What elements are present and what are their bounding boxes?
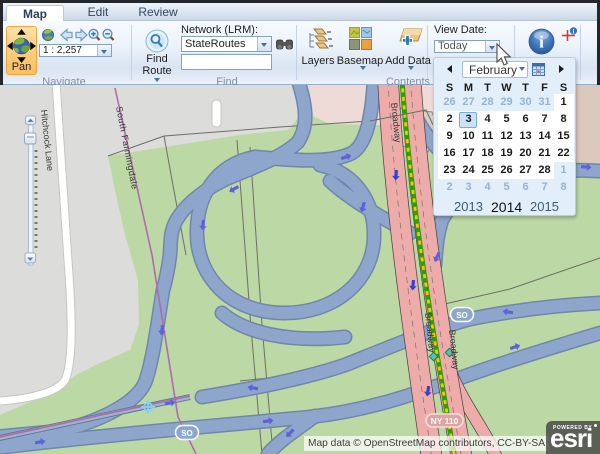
svg-text:i: i (573, 28, 575, 35)
svg-text:i: i (539, 33, 544, 52)
svg-text:SO: SO (181, 429, 193, 438)
svg-text:SO: SO (456, 311, 468, 320)
svg-text:NY 110: NY 110 (431, 416, 459, 426)
